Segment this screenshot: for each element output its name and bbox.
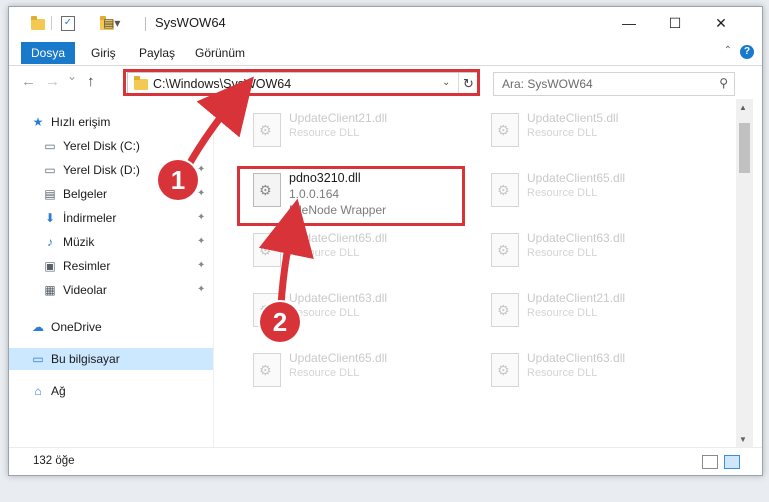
arrow-1 (182, 76, 254, 174)
step-marker-2: 2 (260, 302, 300, 342)
arrow-2 (258, 198, 314, 310)
annotation-arrows (182, 76, 314, 310)
step-marker-1: 1 (158, 160, 198, 200)
